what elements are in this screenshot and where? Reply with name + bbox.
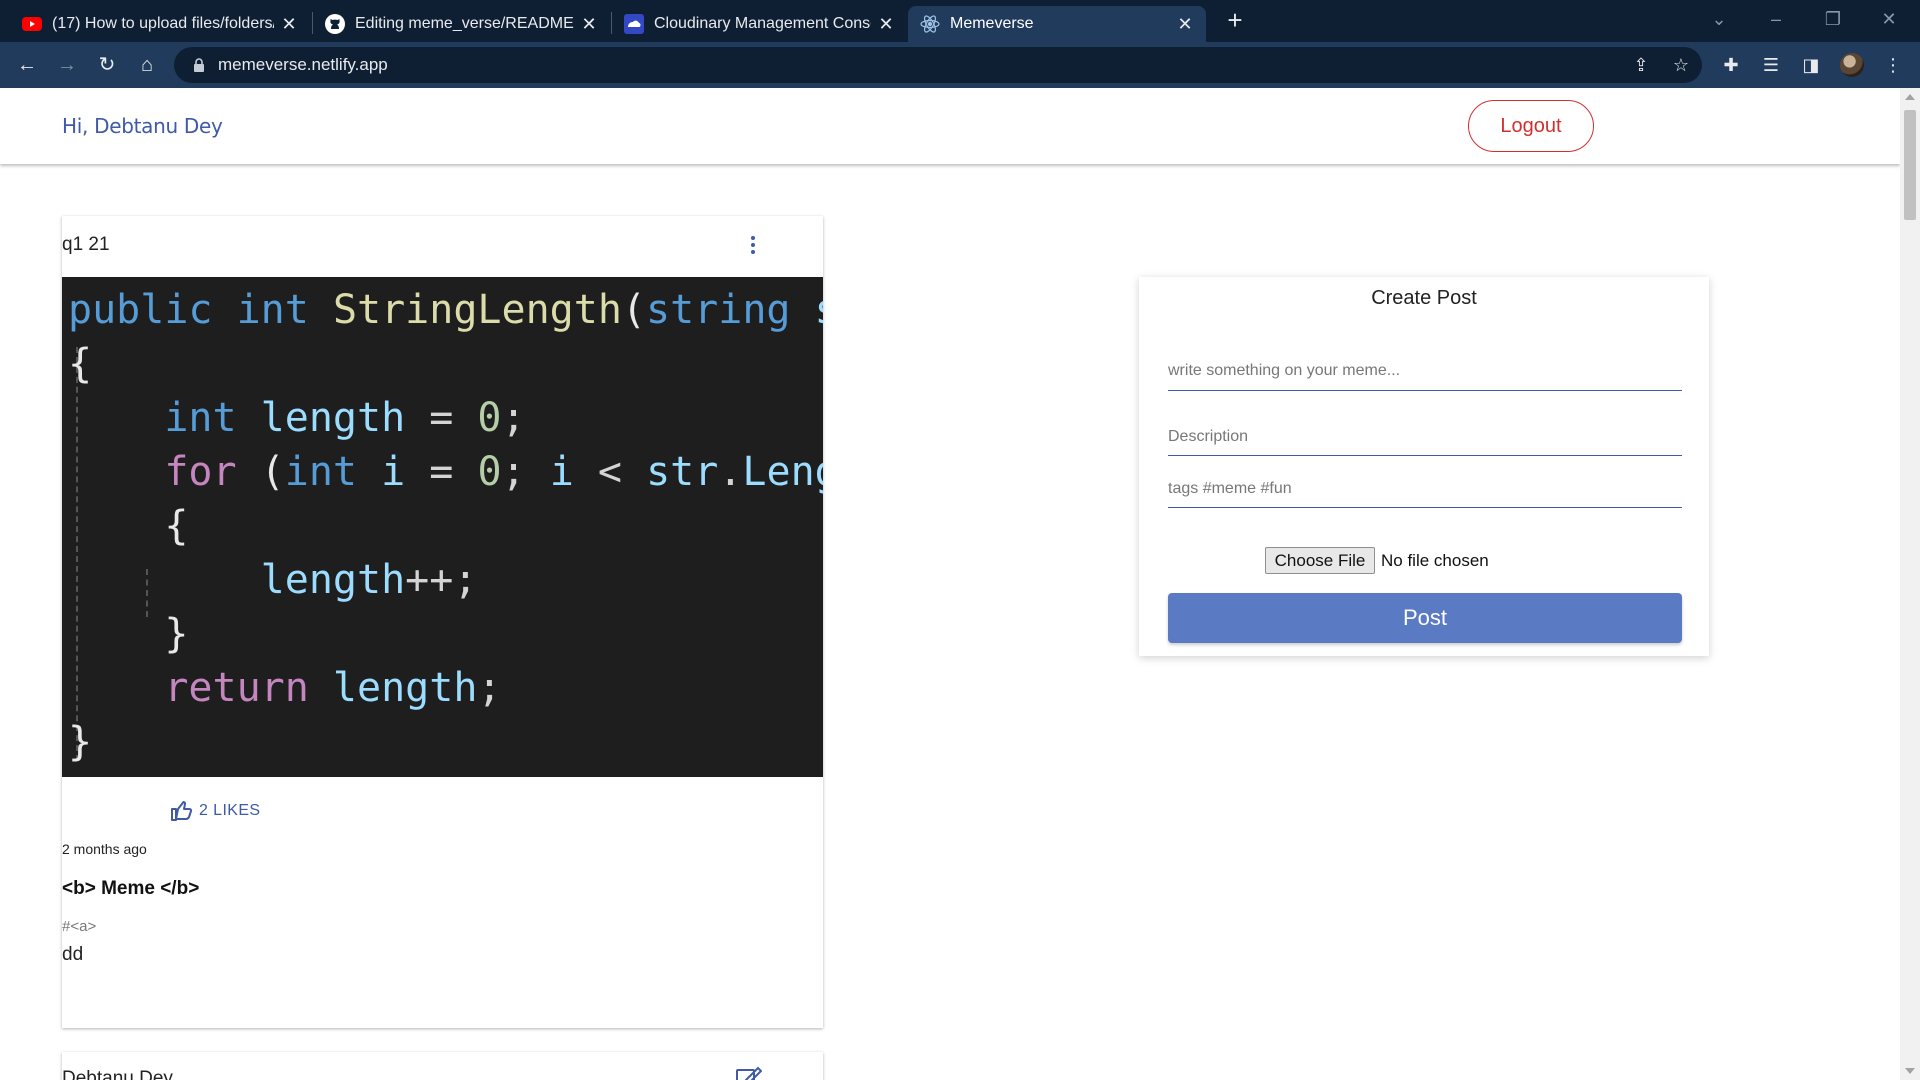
profile-avatar[interactable]	[1840, 53, 1864, 77]
description-field	[1168, 419, 1682, 456]
back-icon[interactable]: ←	[12, 50, 42, 80]
bookmark-star-icon[interactable]: ☆	[1668, 53, 1694, 77]
restore-button[interactable]: ❐	[1810, 0, 1856, 40]
post-tags: #<a>	[62, 918, 97, 935]
scrollbar-thumb[interactable]	[1904, 110, 1916, 220]
react-icon	[920, 14, 940, 34]
meme-message-field	[1168, 353, 1682, 391]
page-scrollbar[interactable]	[1900, 88, 1920, 1080]
app-header: Hi, Debtanu Dey Logout	[0, 88, 1900, 164]
reload-icon[interactable]: ↻	[92, 50, 122, 80]
file-picker: Choose File No file chosen	[1265, 547, 1489, 574]
tab-close-icon[interactable]: ✕	[580, 14, 598, 35]
tab-title: (17) How to upload files/folders/i	[52, 15, 274, 32]
extensions-icon[interactable]: ✚	[1718, 52, 1744, 78]
create-post-form: Create Post Choose File No file chosen P…	[1139, 277, 1709, 656]
side-panel-icon[interactable]: ◨	[1798, 52, 1824, 78]
scroll-up-arrow-icon[interactable]	[1905, 94, 1915, 100]
tab-title: Cloudinary Management Console	[654, 15, 871, 32]
file-status: No file chosen	[1381, 550, 1489, 570]
url-text: memeverse.netlify.app	[218, 55, 388, 74]
cloudinary-icon	[624, 14, 644, 34]
tags-field	[1168, 471, 1682, 508]
choose-file-button[interactable]: Choose File	[1265, 547, 1375, 574]
meme-image: public int StringLength(string str) { in…	[62, 277, 823, 777]
tab-cloudinary[interactable]: Cloudinary Management Console ✕	[612, 6, 907, 42]
likes-count-label: 2 LIKES	[199, 802, 261, 819]
browser-tab-strip: (17) How to upload files/folders/i ✕ Edi…	[0, 0, 1920, 42]
share-icon[interactable]: ⇪	[1628, 53, 1654, 77]
user-greeting: Hi, Debtanu Dey	[62, 114, 223, 138]
page-viewport: Hi, Debtanu Dey Logout q1 21 public int …	[0, 88, 1900, 1080]
description-input[interactable]	[1168, 419, 1682, 454]
close-window-button[interactable]: ✕	[1866, 0, 1912, 40]
tab-github[interactable]: Editing meme_verse/README.md ✕	[313, 6, 610, 42]
edit-icon[interactable]	[734, 1064, 763, 1080]
create-post-title: Create Post	[1371, 287, 1477, 309]
youtube-icon	[22, 14, 42, 34]
lock-icon	[190, 56, 208, 74]
tab-close-icon[interactable]: ✕	[877, 14, 895, 35]
forward-icon[interactable]: →	[52, 50, 82, 80]
new-tab-button[interactable]: +	[1220, 6, 1250, 36]
tab-youtube[interactable]: (17) How to upload files/folders/i ✕	[10, 6, 310, 42]
post-description: dd	[62, 944, 84, 965]
address-bar[interactable]: memeverse.netlify.app ⇪ ☆	[174, 47, 1702, 83]
like-button[interactable]: 2 LIKES	[170, 798, 261, 824]
meme-post-card: Debtanu Dey	[62, 1052, 823, 1080]
minimize-button[interactable]: –	[1753, 0, 1799, 40]
github-icon	[325, 14, 345, 34]
post-button[interactable]: Post	[1168, 593, 1682, 643]
home-icon[interactable]: ⌂	[132, 50, 162, 80]
browser-toolbar: ← → ↻ ⌂ memeverse.netlify.app ⇪ ☆ ✚ ☰ ◨ …	[0, 42, 1920, 88]
media-queue-icon[interactable]: ☰	[1758, 52, 1784, 78]
thumb-up-icon	[171, 801, 193, 821]
tab-close-icon[interactable]: ✕	[280, 14, 298, 35]
tab-search-chevron-icon[interactable]: ⌄	[1696, 0, 1742, 40]
tab-close-icon[interactable]: ✕	[1176, 14, 1194, 35]
tab-title: Editing meme_verse/README.md	[355, 15, 574, 32]
post-title: q1 21	[62, 234, 110, 255]
tags-input[interactable]	[1168, 471, 1682, 506]
post-timestamp: 2 months ago	[62, 841, 147, 857]
tab-title: Memeverse	[950, 15, 1034, 32]
menu-kebab-icon[interactable]: ⋮	[1880, 52, 1906, 78]
meme-message-input[interactable]	[1168, 353, 1682, 389]
tab-memeverse[interactable]: Memeverse ✕	[908, 6, 1206, 42]
logout-button[interactable]: Logout	[1468, 100, 1594, 152]
scroll-down-arrow-icon[interactable]	[1905, 1068, 1915, 1074]
post-author: Debtanu Dey	[62, 1068, 173, 1080]
meme-post-card: q1 21 public int StringLength(string str…	[62, 216, 823, 1028]
meme-title: <b> Meme </b>	[62, 878, 200, 899]
more-options-icon[interactable]	[738, 230, 768, 260]
